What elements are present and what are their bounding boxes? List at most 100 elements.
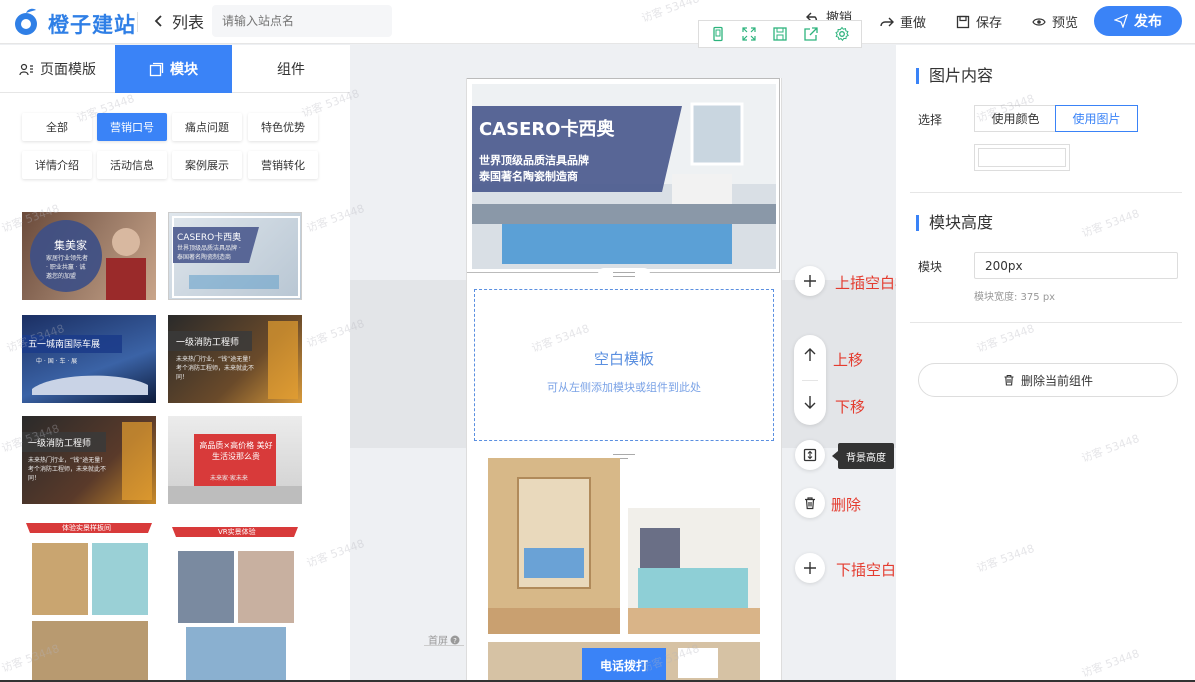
- category-features[interactable]: 特色优势: [248, 113, 318, 141]
- plus-icon: [804, 562, 816, 574]
- move-down-button[interactable]: [803, 395, 817, 409]
- height-label: 模块: [918, 260, 943, 274]
- module-icon: [149, 62, 164, 76]
- hero-line-2-text: 泰国著名陶瓷制造商: [479, 170, 578, 183]
- trash-icon: [1004, 374, 1014, 386]
- thumb-title: 集美家: [54, 239, 87, 252]
- trash-icon: [805, 497, 815, 510]
- move-up-label: 上移: [833, 351, 864, 369]
- phone-call-button[interactable]: 电话拨打: [582, 648, 666, 682]
- thumb-subtitle: 未来热门行业，“钱”途无量！考个消防工程师，未来就此不同！: [28, 457, 107, 482]
- hero-line-1-text: 世界顶级品质洁具品牌: [479, 154, 589, 167]
- tab-components[interactable]: 组件: [232, 45, 350, 93]
- fullscreen-icon[interactable]: [740, 25, 758, 43]
- brand-name: 橙子建站: [48, 13, 136, 37]
- insert-below-button[interactable]: [795, 553, 825, 583]
- tab-label: 页面模版: [40, 62, 96, 78]
- save-label: 保存: [976, 16, 1003, 31]
- thumb-subtitle: 中 · 国 · 车 · 展: [36, 358, 78, 365]
- redo-icon: [880, 17, 894, 26]
- image-content-title: 图片内容: [916, 68, 993, 84]
- hero-banner-module[interactable]: CASERO卡西奥 世界顶级品质洁具品牌 泰国著名陶瓷制造商: [466, 78, 780, 273]
- divider: [802, 380, 818, 381]
- module-thumb-showroom[interactable]: 体验实景样板间: [22, 517, 156, 682]
- delete-label: 删除: [831, 496, 862, 514]
- share-icon[interactable]: [802, 25, 820, 43]
- module-width-hint: 模块宽度: 375 px: [974, 292, 1056, 303]
- properties-panel: 图片内容 选择 使用颜色 使用图片 模块高度 模块 模块宽度: 375 px 删…: [896, 45, 1195, 682]
- category-marketing-slogan[interactable]: 营销口号: [97, 113, 167, 141]
- tab-page-templates[interactable]: 页面模版: [0, 45, 115, 93]
- settings-gear-icon[interactable]: [833, 25, 851, 43]
- module-thumb-fire-engineer[interactable]: 一级消防工程师 未来热门行业，“钱”途无量！考个消防工程师，未来就此不同！: [168, 315, 302, 403]
- plus-icon: [804, 275, 816, 287]
- redo-label: 重做: [900, 16, 927, 31]
- module-thumb-jimeijia[interactable]: 集美家 家居行业领先者 · 职业共赢 · 诚邀您的加盟: [22, 212, 156, 300]
- site-name-input[interactable]: [212, 5, 392, 37]
- thumb-title: 体验实景样板间: [62, 524, 111, 532]
- phone-view-icon[interactable]: [709, 25, 727, 43]
- back-to-list-button[interactable]: 列表: [152, 9, 204, 33]
- module-thumb-car-show[interactable]: 五一城南国际车展 中 · 国 · 车 · 展: [22, 315, 156, 403]
- delete-component-label: 删除当前组件: [1020, 373, 1093, 388]
- thumb-subtitle: 未来家·家未来: [210, 475, 248, 482]
- category-pain-points[interactable]: 痛点问题: [172, 113, 242, 141]
- blank-template-module[interactable]: 空白模板 可从左侧添加模块或组件到此处: [474, 289, 774, 441]
- module-thumb-high-quality[interactable]: 高品质×高价格 美好生活没那么贵 未来家·家未来: [168, 416, 302, 504]
- orange-logo-icon: [15, 8, 37, 35]
- left-panel: 页面模版 模块 组件 全部 营销口号 痛点问题 特色优势 详情介绍 活动信息 案…: [0, 45, 350, 682]
- hero-title: CASERO卡西奥: [479, 119, 615, 140]
- module-height-title: 模块高度: [916, 215, 993, 231]
- publish-button[interactable]: 发布: [1094, 6, 1182, 36]
- help-icon[interactable]: ?: [450, 635, 460, 645]
- preview-button[interactable]: 预览: [1032, 12, 1078, 31]
- select-label: 选择: [918, 113, 943, 127]
- chevron-left-icon: [154, 15, 162, 27]
- category-details[interactable]: 详情介绍: [22, 151, 92, 179]
- category-all[interactable]: 全部: [22, 113, 92, 141]
- use-image-option[interactable]: 使用图片: [1055, 105, 1138, 132]
- thumb-subtitle: 家居行业领先者 · 职业共赢 · 诚邀您的加盟: [46, 255, 89, 280]
- module-thumb-fire-engineer-2[interactable]: 一级消防工程师 未来热门行业，“钱”途无量！考个消防工程师，未来就此不同！: [22, 416, 156, 504]
- template-icon: [19, 63, 33, 75]
- arrow-down-icon: [804, 396, 816, 409]
- insert-above-button[interactable]: [795, 266, 825, 296]
- delete-module-button[interactable]: [795, 488, 825, 518]
- move-down-label: 下移: [835, 398, 866, 416]
- paper-plane-icon: [1114, 14, 1128, 28]
- preview-label: 预览: [1052, 16, 1079, 31]
- hero-line-1: 世界顶级品质洁具品牌 泰国著名陶瓷制造商: [479, 153, 589, 185]
- use-color-option[interactable]: 使用颜色: [975, 106, 1056, 131]
- module-thumb-casero[interactable]: CASERO卡西奥 世界顶级品质洁具品牌 · 泰国著名陶瓷制造商: [168, 212, 302, 300]
- color-picker[interactable]: [974, 144, 1070, 171]
- tab-modules[interactable]: 模块: [115, 45, 232, 93]
- module-height-input[interactable]: [974, 252, 1178, 279]
- redo-button[interactable]: 重做: [880, 12, 926, 31]
- eye-icon: [1032, 17, 1046, 26]
- background-type-toggle: 使用颜色 使用图片: [974, 105, 1138, 132]
- move-controls: [794, 335, 826, 425]
- category-cases[interactable]: 案例展示: [172, 151, 242, 179]
- save-button[interactable]: 保存: [956, 12, 1002, 31]
- blank-title: 空白模板: [593, 350, 654, 368]
- phone-canvas: CASERO卡西奥 世界顶级品质洁具品牌 泰国著名陶瓷制造商 空白模板 可从左侧添…: [466, 78, 782, 682]
- resize-handle[interactable]: [598, 268, 650, 280]
- move-up-button[interactable]: [803, 348, 817, 362]
- canvas-toolstrip: [698, 20, 862, 48]
- delete-component-button[interactable]: 删除当前组件: [918, 363, 1178, 397]
- save-template-icon[interactable]: [771, 25, 789, 43]
- first-screen-line: [424, 645, 464, 646]
- module-thumb-vr[interactable]: VR实景体验: [168, 517, 302, 682]
- category-conversion[interactable]: 营销转化: [248, 151, 318, 179]
- divider: [910, 322, 1182, 323]
- color-swatch: [978, 148, 1066, 167]
- background-height-button[interactable]: [795, 440, 825, 470]
- divider: [910, 192, 1182, 193]
- publish-label: 发布: [1134, 14, 1162, 30]
- thumb-title: 一级消防工程师: [28, 439, 92, 449]
- thumb-subtitle: 世界顶级品质洁具品牌 · 泰国著名陶瓷制造商: [177, 245, 241, 261]
- category-events[interactable]: 活动信息: [97, 151, 167, 179]
- save-icon: [956, 15, 970, 28]
- blank-subtitle: 可从左侧添加模块或组件到此处: [547, 381, 701, 394]
- vr-image: [172, 527, 298, 682]
